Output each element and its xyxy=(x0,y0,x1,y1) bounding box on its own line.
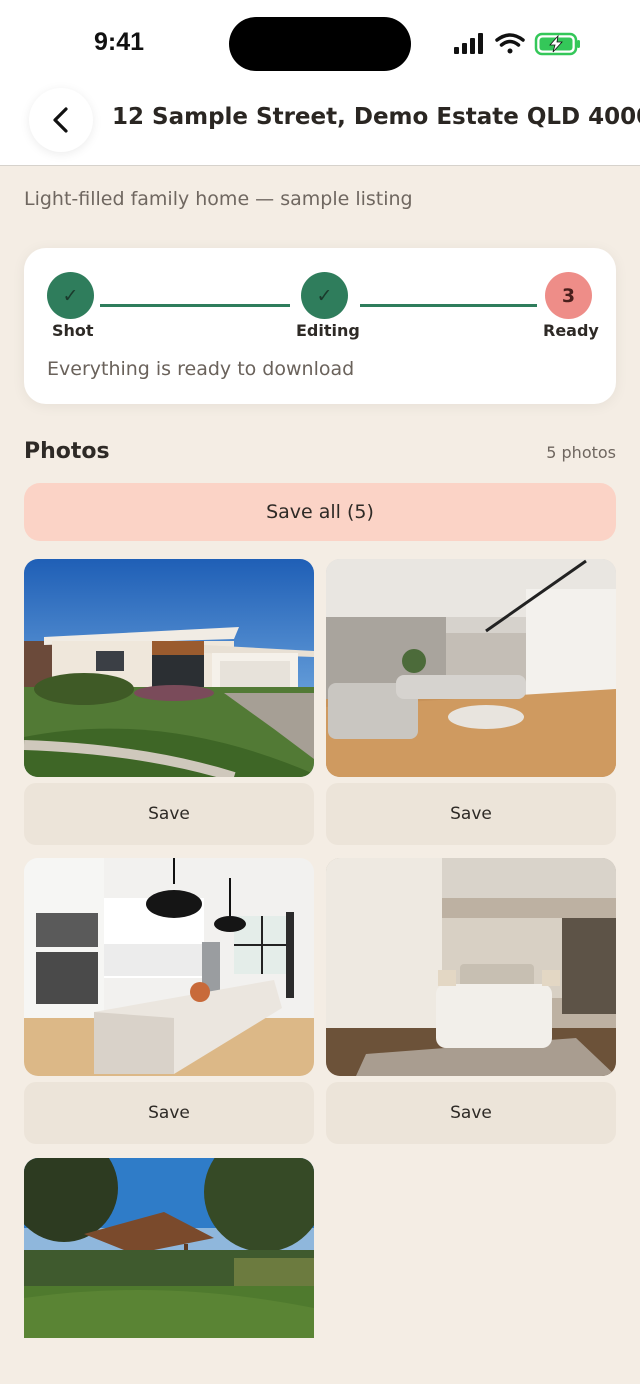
photo-bedroom[interactable] xyxy=(326,858,616,1076)
step-connector xyxy=(100,304,290,307)
save-photo-button[interactable]: Save xyxy=(326,1082,616,1144)
back-button[interactable] xyxy=(29,88,93,152)
status-icons xyxy=(452,31,584,57)
photo-living-room[interactable] xyxy=(326,559,616,777)
wifi-icon xyxy=(495,33,525,54)
photos-count: 5 photos xyxy=(546,443,616,462)
dynamic-island xyxy=(229,17,411,71)
step-ready-number: 3 xyxy=(545,272,592,319)
page-title: 12 Sample Street, Demo Estate QLD 4000 xyxy=(112,104,640,130)
step-shot-check-icon: ✓ xyxy=(47,272,94,319)
step-label-editing: Editing xyxy=(296,321,360,340)
step-label-shot: Shot xyxy=(52,321,94,340)
listing-subtitle: Light-filled family home — sample listin… xyxy=(24,188,413,210)
chevron-left-icon xyxy=(53,107,68,133)
status-time: 9:41 xyxy=(94,28,145,56)
header-bar: 12 Sample Street, Demo Estate QLD 4000 xyxy=(0,88,640,166)
save-all-button[interactable]: Save all (5) xyxy=(24,483,616,541)
progress-card: ✓ ✓ 3 Shot Editing Ready Everything is r… xyxy=(24,248,616,404)
step-label-ready: Ready xyxy=(543,321,599,340)
step-editing-check-icon: ✓ xyxy=(301,272,348,319)
save-photo-button[interactable]: Save xyxy=(24,1082,314,1144)
photo-kitchen[interactable] xyxy=(24,858,314,1076)
save-photo-button[interactable]: Save xyxy=(326,783,616,845)
photo-house-exterior[interactable] xyxy=(24,559,314,777)
photos-heading: Photos xyxy=(24,439,110,464)
photo-backyard-pergola[interactable] xyxy=(24,1158,314,1338)
status-bar: 9:41 xyxy=(0,0,640,88)
progress-message: Everything is ready to download xyxy=(47,358,355,380)
cellular-signal-icon xyxy=(454,33,483,54)
save-photo-button[interactable]: Save xyxy=(24,783,314,845)
step-connector xyxy=(360,304,537,307)
battery-charging-icon xyxy=(534,32,580,56)
